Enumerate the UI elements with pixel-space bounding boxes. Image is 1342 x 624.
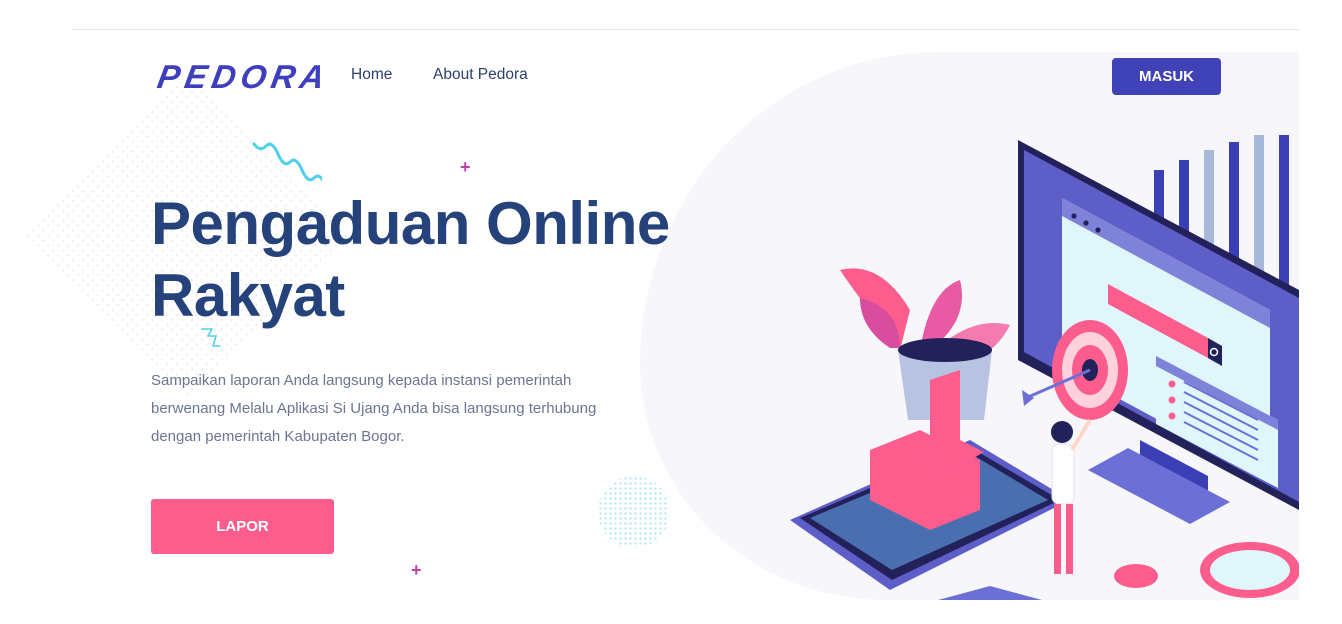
hero-title-line-2: Rakyat [151, 262, 345, 329]
hero-title-line-1: Pengaduan Online [151, 190, 670, 257]
nav-about[interactable]: About Pedora [433, 66, 528, 84]
brand-logo[interactable]: PEDORA [154, 56, 333, 98]
nav-home[interactable]: Home [351, 66, 392, 84]
dot-pattern-decoration-small [598, 476, 670, 548]
online-complaint-illustration [790, 135, 1299, 600]
hero-description: Sampaikan laporan Anda langsung kepada i… [151, 372, 597, 445]
tablet-graphic [790, 370, 1070, 590]
plant-graphic [840, 268, 1010, 420]
magnifier-graphic [1114, 542, 1299, 598]
plus-icon: + [460, 157, 471, 177]
login-button[interactable]: MASUK [1112, 58, 1221, 95]
header-divider [72, 29, 1299, 30]
plus-icon: + [411, 560, 422, 580]
lapor-button[interactable]: LAPOR [151, 499, 334, 554]
person-graphic [1051, 418, 1092, 574]
hero-title: Pengaduan Online Rakyat [151, 188, 670, 332]
